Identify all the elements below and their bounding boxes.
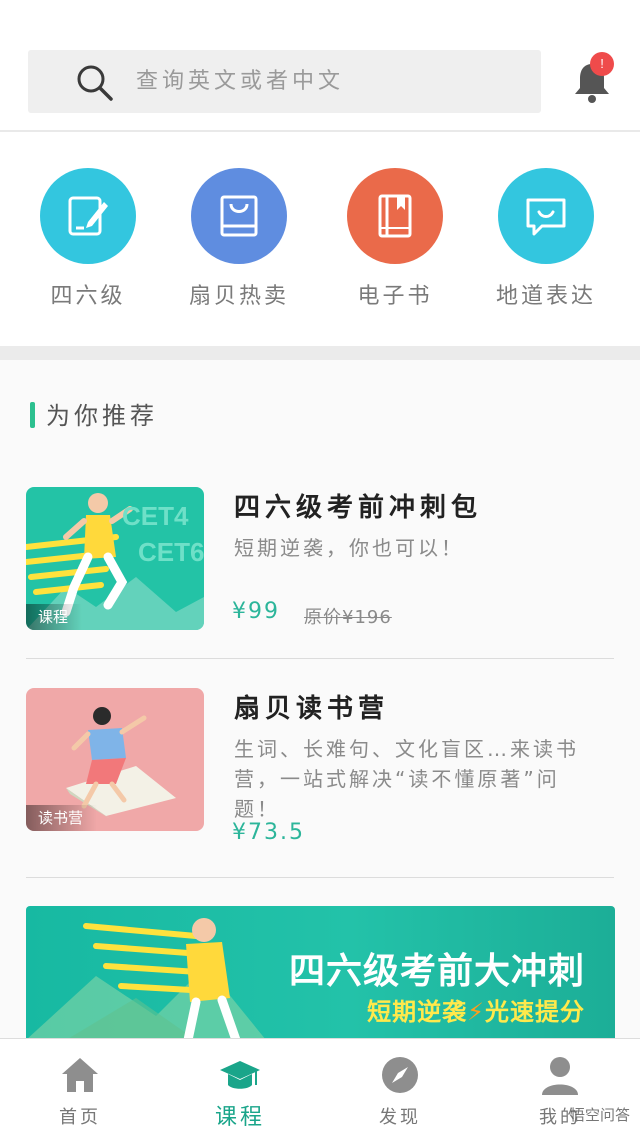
course-title: 扇贝读书营 xyxy=(234,694,390,724)
lightning-icon: ⚡ xyxy=(467,998,485,1026)
nav-label: 首页 xyxy=(59,1107,101,1128)
chat-bubble-icon xyxy=(526,198,566,236)
compass-icon xyxy=(382,1057,418,1093)
nav-item-courses[interactable]: 课程 xyxy=(160,1039,320,1138)
section-title: 为你推荐 xyxy=(46,402,158,430)
list-divider xyxy=(26,877,614,878)
search-input[interactable] xyxy=(136,50,526,113)
banner-subtitle-part2: 光速提分 xyxy=(485,998,585,1026)
recommended-section: 为你推荐 CET4 CET6 课程 四六级考前冲刺包 短期逆袭，你也可以！ ¥9… xyxy=(0,360,640,1040)
watermark-text: 悟空问答 xyxy=(569,1106,630,1124)
course-card[interactable]: CET4 CET6 课程 四六级考前冲刺包 短期逆袭，你也可以！ ¥99 原价¥… xyxy=(26,487,614,687)
course-thumbnail: 读书营 xyxy=(26,688,204,831)
thumbnail-tag: 课程 xyxy=(26,604,83,630)
bottom-navigation: 首页 课程 发现 我的 xyxy=(0,1038,640,1138)
book-icon xyxy=(378,194,412,238)
banner-subtitle: 短期逆袭⚡光速提分 xyxy=(367,992,585,1027)
notification-badge: ! xyxy=(590,52,614,76)
promo-banner[interactable]: 四六级考前大冲刺 短期逆袭⚡光速提分 xyxy=(26,906,615,1040)
course-card[interactable]: 读书营 扇贝读书营 生词、长难句、文化盲区…来读书营，一站式解决“读不懂原著”问… xyxy=(26,688,614,888)
banner-subtitle-part1: 短期逆袭 xyxy=(367,998,468,1026)
course-description: 生词、长难句、文化盲区…来读书营，一站式解决“读不懂原著”问题！ xyxy=(234,737,579,821)
section-accent-bar xyxy=(30,402,35,428)
original-price: 原价¥196 xyxy=(304,607,392,628)
category-circle xyxy=(191,168,287,264)
shopping-bag-icon xyxy=(220,195,258,237)
cet6-text: CET6 xyxy=(138,537,204,567)
category-label: 地道表达 xyxy=(495,284,596,309)
category-circle xyxy=(347,168,443,264)
nav-item-home[interactable]: 首页 xyxy=(0,1039,160,1138)
category-hot-sale[interactable]: 扇贝热卖 xyxy=(164,168,314,318)
search-bar[interactable] xyxy=(28,50,541,113)
graduation-cap-icon xyxy=(220,1061,260,1089)
category-grid: 四六级 扇贝热卖 电子书 地道表达 xyxy=(0,134,640,346)
category-cet[interactable]: 四六级 xyxy=(13,168,163,318)
cet4-text: CET4 xyxy=(122,501,189,531)
top-header: ! xyxy=(0,0,640,132)
course-thumbnail: CET4 CET6 课程 xyxy=(26,487,204,630)
course-description: 短期逆袭，你也可以！ xyxy=(234,536,464,560)
category-expressions[interactable]: 地道表达 xyxy=(471,168,621,318)
category-label: 电子书 xyxy=(357,284,433,309)
category-circle xyxy=(498,168,594,264)
list-divider xyxy=(26,658,614,659)
nav-item-discover[interactable]: 发现 xyxy=(320,1039,480,1138)
search-icon[interactable] xyxy=(76,64,114,102)
banner-title: 四六级考前大冲刺 xyxy=(288,951,585,992)
section-divider xyxy=(0,346,640,360)
user-icon xyxy=(542,1057,578,1095)
category-ebook[interactable]: 电子书 xyxy=(320,168,470,318)
thumbnail-tag: 读书营 xyxy=(26,805,98,831)
nav-label: 发现 xyxy=(379,1107,421,1128)
category-label: 扇贝热卖 xyxy=(188,284,289,309)
category-label: 四六级 xyxy=(50,284,126,309)
home-icon xyxy=(62,1058,98,1092)
edit-note-icon xyxy=(68,196,108,236)
category-circle xyxy=(40,168,136,264)
course-price: ¥73.5 xyxy=(232,820,305,845)
course-title: 四六级考前冲刺包 xyxy=(234,493,483,523)
course-price: ¥99 xyxy=(232,599,280,624)
nav-label: 课程 xyxy=(214,1105,265,1130)
